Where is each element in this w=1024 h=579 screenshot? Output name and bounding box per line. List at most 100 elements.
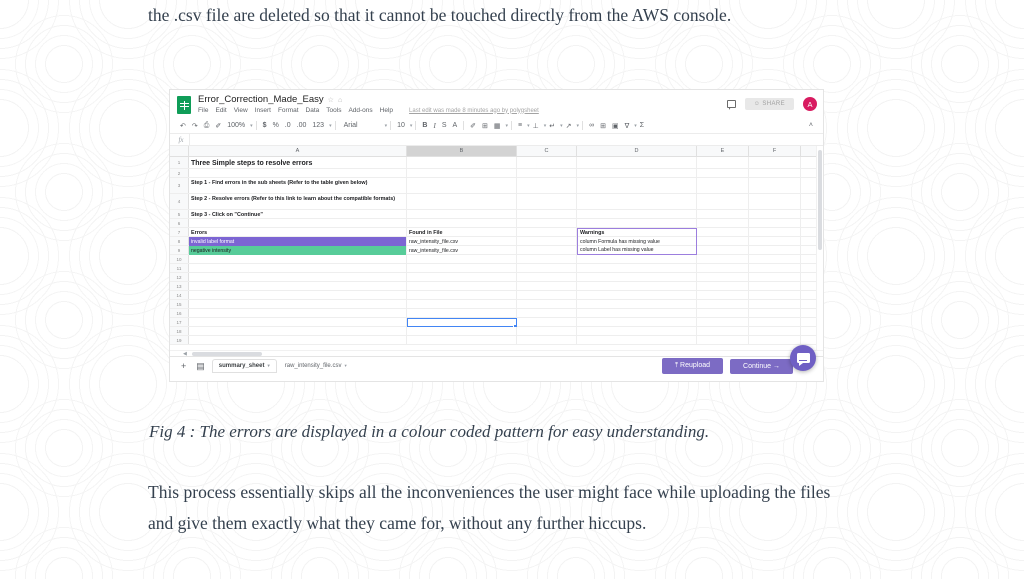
grid-cell-C11[interactable] [517, 264, 577, 273]
grid-cell-E10[interactable] [697, 255, 749, 264]
font-chevron-down-icon[interactable]: ▾ [385, 123, 388, 129]
bold-icon[interactable]: B [419, 120, 430, 132]
menu-item-edit[interactable]: Edit [215, 107, 226, 114]
grid-cell-D11[interactable] [577, 264, 697, 273]
grid-cell-D16[interactable] [577, 309, 697, 318]
text-wrap-icon[interactable]: ↵ [546, 120, 558, 132]
all-sheets-icon[interactable]: ▤ [191, 361, 210, 372]
sheet-tab-raw-intensity-file-csv[interactable]: raw_intensity_file.csv ▾ [279, 360, 353, 372]
grid-cell-A13[interactable] [189, 282, 407, 291]
row-header-2[interactable]: 2 [170, 169, 189, 177]
increase-decimal-icon[interactable]: .00 [294, 120, 310, 132]
grid-cell-E8[interactable] [697, 237, 749, 246]
grid-cell-F2[interactable] [749, 169, 801, 178]
grid-cell-A3[interactable]: Step 1 - Find errors in the sub sheets (… [189, 178, 407, 194]
grid-cell-F4[interactable] [749, 194, 801, 210]
horizontal-align-icon[interactable]: ≡ [515, 120, 525, 132]
grid-cell-F10[interactable] [749, 255, 801, 264]
menu-item-data[interactable]: Data [306, 107, 320, 114]
grid-cell-F14[interactable] [749, 291, 801, 300]
undo-icon[interactable]: ↶ [177, 120, 189, 132]
grid-cell-A8[interactable]: invalid label format [189, 237, 407, 246]
grid-cell-B2[interactable] [407, 169, 517, 178]
currency-format-icon[interactable]: $ [260, 120, 270, 132]
row-header-18[interactable]: 18 [170, 327, 189, 335]
text-rotation-icon[interactable]: ↗ [563, 120, 575, 132]
grid-cell-C19[interactable] [517, 336, 577, 345]
grid-cell-B16[interactable] [407, 309, 517, 318]
grid-cell-F11[interactable] [749, 264, 801, 273]
grid-cell-D12[interactable] [577, 273, 697, 282]
grid-cell-B13[interactable] [407, 282, 517, 291]
grid-cell-F7[interactable] [749, 228, 801, 237]
vertical-scrollbar[interactable] [816, 146, 823, 350]
chat-support-button[interactable] [790, 345, 816, 371]
row-header-1[interactable]: 1 [170, 157, 189, 168]
grid-cell-E3[interactable] [697, 178, 749, 194]
collapse-toolbar-icon[interactable]: ˄ [806, 120, 816, 132]
grid-cell-B11[interactable] [407, 264, 517, 273]
vertical-scroll-thumb[interactable] [818, 150, 822, 250]
grid-cell-D5[interactable] [577, 210, 697, 219]
strikethrough-icon[interactable]: S [439, 120, 450, 132]
insert-chart-icon[interactable]: ▣ [609, 120, 622, 132]
row-header-7[interactable]: 7 [170, 228, 189, 236]
grid-cell-D3[interactable] [577, 178, 697, 194]
grid-cell-D6[interactable] [577, 219, 697, 228]
paint-format-icon[interactable]: ✐ [212, 120, 224, 132]
grid-cell-C17[interactable] [517, 318, 577, 327]
grid-cell-A6[interactable] [189, 219, 407, 228]
grid-cell-A7[interactable]: Errors [189, 228, 407, 237]
font-size-select[interactable]: 10 [394, 120, 408, 132]
borders-icon[interactable]: ⊞ [479, 120, 491, 132]
grid-cell-D18[interactable] [577, 327, 697, 336]
grid-cell-E18[interactable] [697, 327, 749, 336]
grid-cell-C8[interactable] [517, 237, 577, 246]
column-header-f[interactable]: F [749, 146, 801, 156]
grid-cell-E6[interactable] [697, 219, 749, 228]
menu-item-format[interactable]: Format [278, 107, 299, 114]
grid-cell-C2[interactable] [517, 169, 577, 178]
avatar[interactable]: A [803, 97, 817, 111]
grid-cell-E2[interactable] [697, 169, 749, 178]
grid-cell-D1[interactable] [577, 157, 697, 169]
grid-cell-E7[interactable] [697, 228, 749, 237]
document-title[interactable]: Error_Correction_Made_Easy [198, 94, 324, 105]
grid-cell-C3[interactable] [517, 178, 577, 194]
grid-cell-D9[interactable]: column Label has missing value [577, 246, 697, 255]
merge-chevron-down-icon[interactable]: ▾ [506, 123, 509, 129]
grid-cell-A19[interactable] [189, 336, 407, 345]
vertical-align-icon[interactable]: ⊥ [530, 120, 542, 132]
move-to-drive-icon[interactable]: ⌂ [338, 96, 342, 104]
merge-cells-icon[interactable]: ▦ [491, 120, 504, 132]
grid-cell-C14[interactable] [517, 291, 577, 300]
grid-cell-B14[interactable] [407, 291, 517, 300]
grid-cell-A14[interactable] [189, 291, 407, 300]
column-header-d[interactable]: D [577, 146, 697, 156]
percent-format-icon[interactable]: % [270, 120, 282, 132]
menu-item-insert[interactable]: Insert [255, 107, 271, 114]
grid-cell-A18[interactable] [189, 327, 407, 336]
grid-cell-D10[interactable] [577, 255, 697, 264]
row-header-19[interactable]: 19 [170, 336, 189, 344]
grid-cell-D8[interactable]: column Formula has missing value [577, 237, 697, 246]
grid-cell-E16[interactable] [697, 309, 749, 318]
grid-cell-C15[interactable] [517, 300, 577, 309]
row-header-8[interactable]: 8 [170, 237, 189, 245]
menu-item-help[interactable]: Help [380, 107, 393, 114]
row-header-13[interactable]: 13 [170, 282, 189, 290]
grid-cell-A11[interactable] [189, 264, 407, 273]
grid-cell-B6[interactable] [407, 219, 517, 228]
chevron-down-icon[interactable]: ▾ [267, 363, 269, 369]
grid-cell-F18[interactable] [749, 327, 801, 336]
row-header-17[interactable]: 17 [170, 318, 189, 326]
grid-cell-A16[interactable] [189, 309, 407, 318]
text-color-icon[interactable]: A [449, 120, 460, 132]
add-sheet-button[interactable]: + [176, 361, 191, 371]
star-icon[interactable]: ☆ [328, 96, 334, 104]
row-header-5[interactable]: 5 [170, 210, 189, 218]
grid-cell-C10[interactable] [517, 255, 577, 264]
grid-cell-D7[interactable]: Warnings [577, 228, 697, 237]
grid-cell-E12[interactable] [697, 273, 749, 282]
grid-cell-F5[interactable] [749, 210, 801, 219]
